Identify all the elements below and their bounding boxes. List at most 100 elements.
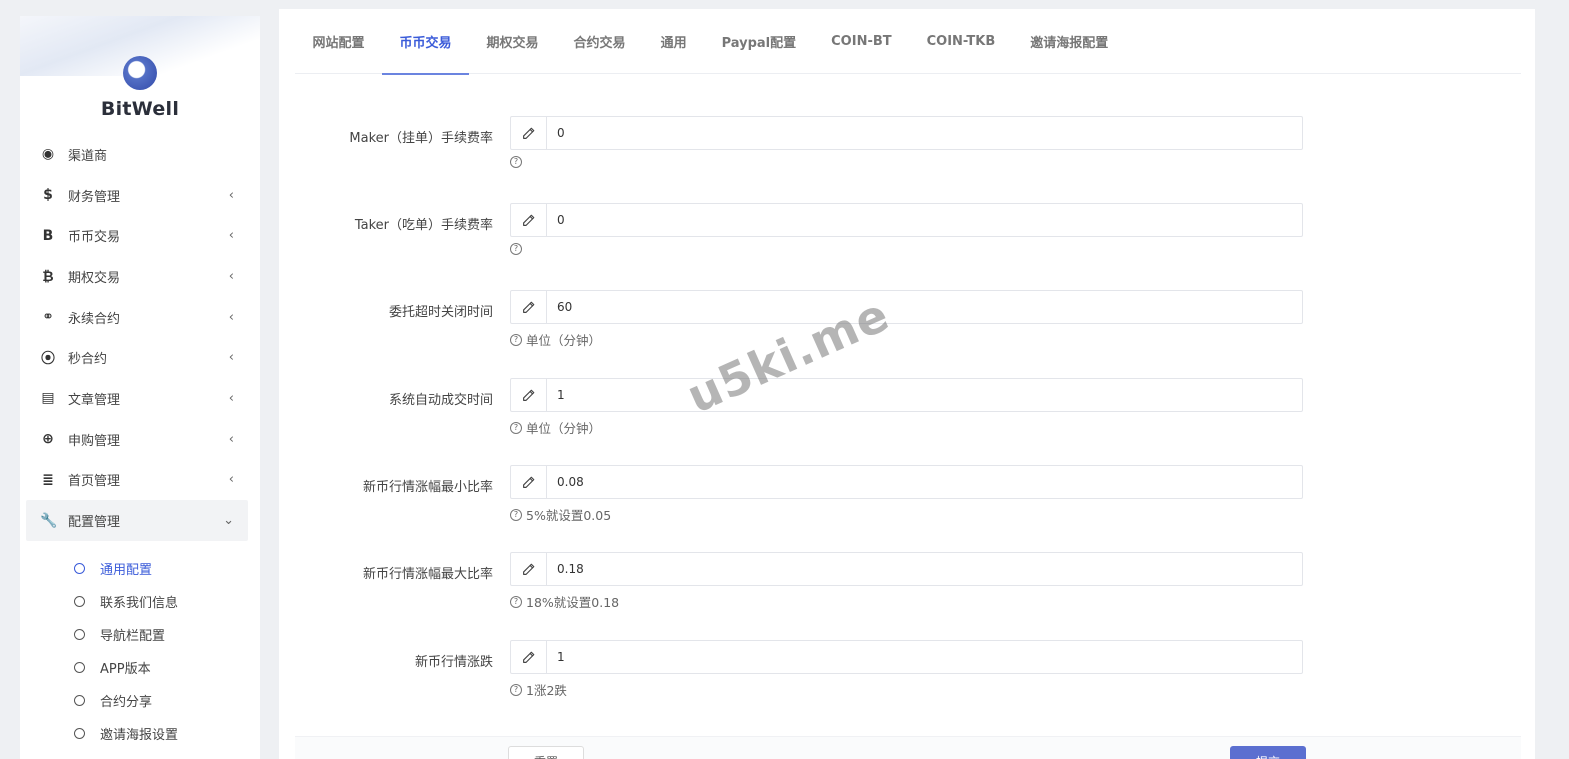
input-group bbox=[510, 203, 1303, 237]
user-circle-icon: ◉ bbox=[41, 146, 55, 163]
submenu-item-label: APP版本 bbox=[100, 662, 151, 677]
circle-icon bbox=[74, 596, 85, 607]
circle-icon bbox=[74, 728, 85, 739]
help-label: 18%就设置0.18 bbox=[526, 595, 620, 610]
submenu-item-label: 导航栏配置 bbox=[100, 629, 166, 644]
tab-5[interactable]: Paypal配置 bbox=[704, 9, 814, 74]
chevron-left-icon: ‹ bbox=[228, 390, 234, 406]
sidebar-item-7[interactable]: ⊕ 申购管理 ‹ bbox=[26, 419, 248, 460]
setting-input[interactable] bbox=[547, 466, 1302, 498]
chevron-left-icon: ‹ bbox=[228, 472, 234, 488]
submenu-item-1[interactable]: 联系我们信息 bbox=[26, 585, 248, 618]
tab-bar: 网站配置 币币交易 期权交易 合约交易 通用 Paypal配置 COIN-BT COIN-TK… bbox=[295, 9, 1521, 75]
setting-input[interactable] bbox=[547, 379, 1302, 411]
submenu-item-3[interactable]: APP版本 bbox=[26, 651, 248, 684]
question-circle-icon: ? bbox=[510, 595, 522, 608]
sidebar-item-label: 配置管理 bbox=[68, 515, 121, 531]
sidebar-item-8[interactable]: ≣ 首页管理 ‹ bbox=[26, 460, 248, 501]
field-label: Taker（吃单）手续费率 bbox=[354, 218, 493, 233]
b-letter-icon: B bbox=[42, 227, 54, 244]
tab-4[interactable]: 通用 bbox=[643, 9, 704, 74]
sidebar-item-label: 期权交易 bbox=[68, 270, 121, 286]
tab-8[interactable]: 邀请海报配置 bbox=[1013, 9, 1126, 74]
sidebar-item-9[interactable]: 🔧 配置管理 ⌄ bbox=[26, 500, 248, 541]
wrench-icon: 🔧 bbox=[40, 512, 58, 529]
question-circle-icon: ? bbox=[510, 243, 522, 255]
help-text: ? 5%就设置0.05 bbox=[510, 505, 611, 524]
pencil-icon bbox=[511, 204, 547, 236]
question-circle-icon: ? bbox=[510, 156, 522, 168]
setting-input[interactable] bbox=[547, 553, 1302, 585]
input-group bbox=[510, 552, 1303, 586]
sidebar: BitWell ◉ 渠道商 $ 财务管理 ‹ B 币币交易 ‹ ₿ 期权交易 ‹ ⚭ 永续合约 ‹ ⦿ 秒合约… bbox=[20, 16, 260, 759]
sidebar-item-4[interactable]: ⚭ 永续合约 ‹ bbox=[26, 297, 248, 338]
setting-input[interactable] bbox=[547, 204, 1302, 236]
submenu-item-label: 联系我们信息 bbox=[100, 596, 179, 611]
submenu-item-2[interactable]: 导航栏配置 bbox=[26, 618, 248, 651]
tab-6[interactable]: COIN-BT bbox=[814, 9, 909, 74]
submenu-item-5[interactable]: 邀请海报设置 bbox=[26, 717, 248, 750]
submenu-item-label: 邀请海报设置 bbox=[100, 728, 179, 743]
chevron-left-icon: ‹ bbox=[228, 309, 234, 325]
setting-input[interactable] bbox=[547, 641, 1302, 673]
submenu-item-4[interactable]: 合约分享 bbox=[26, 684, 248, 717]
reset-button[interactable]: 重置 bbox=[508, 746, 584, 759]
circle-icon bbox=[74, 563, 85, 574]
sidebar-item-5[interactable]: ⦿ 秒合约 ‹ bbox=[26, 337, 248, 378]
field-label: 系统自动成交时间 bbox=[388, 393, 493, 408]
pencil-icon bbox=[511, 291, 547, 323]
tab-2[interactable]: 期权交易 bbox=[469, 9, 556, 74]
field-label: 新币行情涨跌 bbox=[414, 655, 493, 670]
sidebar-item-1[interactable]: $ 财务管理 ‹ bbox=[26, 175, 248, 216]
sidebar-item-label: 渠道商 bbox=[68, 148, 108, 164]
pencil-icon bbox=[511, 641, 547, 673]
input-group bbox=[510, 116, 1303, 150]
help-label: 单位（分钟） bbox=[526, 421, 602, 436]
help-label: 单位（分钟） bbox=[526, 333, 602, 348]
chevron-left-icon: ‹ bbox=[228, 228, 234, 244]
help-label: 5%就设置0.05 bbox=[526, 508, 612, 523]
sidebar-item-3[interactable]: ₿ 期权交易 ‹ bbox=[26, 256, 248, 297]
input-group bbox=[510, 290, 1303, 324]
tab-0[interactable]: 网站配置 bbox=[295, 9, 382, 74]
circle-icon bbox=[74, 662, 85, 673]
submit-button[interactable]: 提交 bbox=[1230, 746, 1306, 759]
pencil-icon bbox=[511, 466, 547, 498]
help-text: ? bbox=[510, 243, 526, 255]
chevron-left-icon: ‹ bbox=[228, 431, 234, 447]
lifebuoy-icon: ⊕ bbox=[42, 431, 54, 448]
chevron-left-icon: ‹ bbox=[228, 268, 234, 284]
brand-name: BitWell bbox=[100, 98, 180, 120]
question-circle-icon: ? bbox=[510, 508, 522, 521]
tab-1[interactable]: 币币交易 bbox=[382, 9, 470, 75]
brand-logo[interactable]: BitWell bbox=[20, 56, 260, 120]
question-circle-icon: ? bbox=[510, 333, 522, 346]
help-text: ? 18%就设置0.18 bbox=[510, 592, 619, 611]
chevron-left-icon: ‹ bbox=[228, 350, 234, 366]
tab-7[interactable]: COIN-TKB bbox=[909, 9, 1013, 74]
sidebar-item-0[interactable]: ◉ 渠道商 bbox=[26, 134, 248, 175]
help-text: ? 1涨2跌 bbox=[510, 680, 567, 699]
dot-circle-icon: ⦿ bbox=[41, 350, 55, 367]
sidebar-item-label: 首页管理 bbox=[68, 474, 121, 490]
newspaper-icon: ▤ bbox=[41, 390, 55, 407]
help-text: ? 单位（分钟） bbox=[510, 418, 601, 437]
form-footer bbox=[295, 736, 1521, 759]
sidebar-item-label: 秒合约 bbox=[68, 352, 108, 368]
sidebar-item-label: 文章管理 bbox=[68, 392, 121, 408]
setting-input[interactable] bbox=[547, 291, 1302, 323]
chevron-down-icon: ⌄ bbox=[223, 513, 234, 529]
submenu-item-0[interactable]: 通用配置 bbox=[26, 552, 248, 585]
field-label: 新币行情涨幅最大比率 bbox=[362, 567, 493, 582]
field-label: 委托超时关闭时间 bbox=[388, 305, 493, 320]
help-label: 1涨2跌 bbox=[526, 683, 567, 698]
submenu-item-6[interactable]: ▣钱包地址 bbox=[26, 750, 248, 759]
sidebar-item-2[interactable]: B 币币交易 ‹ bbox=[26, 215, 248, 256]
sidebar-item-label: 申购管理 bbox=[68, 433, 121, 449]
sidebar-item-label: 永续合约 bbox=[68, 311, 121, 327]
setting-input[interactable] bbox=[547, 117, 1302, 149]
sidebar-item-6[interactable]: ▤ 文章管理 ‹ bbox=[26, 378, 248, 419]
tab-3[interactable]: 合约交易 bbox=[556, 9, 643, 74]
pencil-icon bbox=[511, 553, 547, 585]
input-group bbox=[510, 465, 1303, 499]
